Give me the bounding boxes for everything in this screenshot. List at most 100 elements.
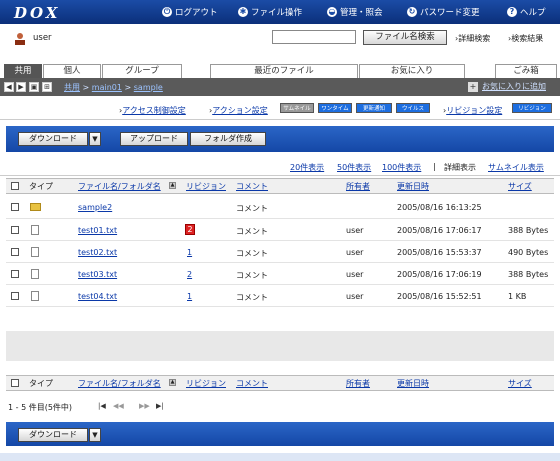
tab-trash[interactable]: ごみ箱 <box>495 64 557 78</box>
row-owner: user <box>346 248 364 257</box>
power-icon: ⏻ <box>162 7 172 17</box>
thumbnail-view-link[interactable]: サムネイル表示 <box>488 162 544 173</box>
row-checkbox[interactable] <box>11 292 19 300</box>
row-comment: コメント <box>236 293 268 302</box>
sort-icon[interactable]: ▲ <box>169 378 176 387</box>
forward-arrow-icon[interactable]: ▶ <box>16 82 26 92</box>
row-updated: 2005/08/16 16:13:25 <box>397 203 482 212</box>
advanced-search-link[interactable]: ›詳細検索 <box>455 33 490 44</box>
row-updated: 2005/08/16 17:06:19 <box>397 270 482 279</box>
row-size: 388 Bytes <box>508 270 549 279</box>
breadcrumb-sample[interactable]: sample <box>134 83 163 92</box>
col-revision[interactable]: リビジョン <box>186 181 226 192</box>
breadcrumb: 共用 > main01 > sample <box>64 83 163 92</box>
prev-page-icon[interactable]: ◀◀ <box>113 402 124 410</box>
row-revision-highlight[interactable]: 2 <box>185 224 195 235</box>
folder-up-icon[interactable]: ▣ <box>29 82 39 92</box>
user-name: user <box>33 33 52 43</box>
file-icon <box>31 247 39 257</box>
row-revision[interactable]: 1 <box>187 292 192 301</box>
revision-badge[interactable]: リビジョン <box>512 103 552 113</box>
user-icon <box>15 33 25 45</box>
col-comment[interactable]: コメント <box>236 181 268 192</box>
col-updated[interactable]: 更新日時 <box>397 378 429 389</box>
folder-icon <box>30 203 41 211</box>
view-20-link[interactable]: 20件表示 <box>290 162 324 173</box>
col-size[interactable]: サイズ <box>508 181 532 192</box>
download-button[interactable]: ダウンロード <box>18 132 88 146</box>
row-checkbox[interactable] <box>11 248 19 256</box>
back-arrow-icon[interactable]: ◀ <box>4 82 14 92</box>
row-revision[interactable]: 1 <box>187 248 192 257</box>
row-updated: 2005/08/16 15:53:37 <box>397 248 482 257</box>
breadcrumb-root[interactable]: 共用 <box>64 83 80 92</box>
tab-shared[interactable]: 共用 <box>4 64 42 78</box>
row-checkbox[interactable] <box>11 203 19 211</box>
nav-help[interactable]: ? ヘルプ <box>507 6 546 18</box>
half-circle-icon: ◒ <box>327 7 337 17</box>
tab-personal[interactable]: 個人 <box>43 64 101 78</box>
update-notify-badge[interactable]: 更新通知 <box>356 103 392 113</box>
nav-password-change[interactable]: ↻ パスワード変更 <box>407 6 480 18</box>
row-size: 388 Bytes <box>508 226 549 235</box>
row-name[interactable]: test02.txt <box>78 248 117 257</box>
row-checkbox[interactable] <box>11 226 19 234</box>
chevron-down-icon[interactable]: ▼ <box>89 132 101 146</box>
tab-group[interactable]: グループ <box>102 64 182 78</box>
breadcrumb-main01[interactable]: main01 <box>92 83 122 92</box>
col-revision[interactable]: リビジョン <box>186 378 226 389</box>
row-owner: user <box>346 292 364 301</box>
file-icon <box>31 225 39 235</box>
tree-icon[interactable]: ⊞ <box>42 82 52 92</box>
row-size: 490 Bytes <box>508 248 549 257</box>
divider <box>0 175 560 176</box>
col-type: タイプ <box>29 182 53 191</box>
virus-badge[interactable]: ウイルス <box>396 103 430 113</box>
tab-favorites[interactable]: お気に入り <box>359 64 465 78</box>
action-settings-link[interactable]: ›アクション設定 <box>209 105 268 116</box>
revision-settings-link[interactable]: ›リビジョン設定 <box>443 105 502 116</box>
select-all-checkbox[interactable] <box>11 379 19 387</box>
col-name[interactable]: ファイル名/フォルダ名 <box>78 378 161 389</box>
row-checkbox[interactable] <box>11 270 19 278</box>
sort-icon[interactable]: ▲ <box>169 181 176 190</box>
upload-button[interactable]: アップロード <box>120 132 188 146</box>
col-updated[interactable]: 更新日時 <box>397 181 429 192</box>
row-comment: コメント <box>236 204 268 213</box>
create-folder-button[interactable]: フォルダ作成 <box>190 132 266 146</box>
view-100-link[interactable]: 100件表示 <box>382 162 421 173</box>
search-results-link[interactable]: ›検索結果 <box>508 33 543 44</box>
download-button-bottom[interactable]: ダウンロード <box>18 428 88 442</box>
col-comment[interactable]: コメント <box>236 378 268 389</box>
row-name[interactable]: test03.txt <box>78 270 117 279</box>
nav-admin[interactable]: ◒ 管理・照会 <box>327 6 383 18</box>
select-all-checkbox[interactable] <box>11 182 19 190</box>
row-name[interactable]: sample2 <box>78 203 112 212</box>
thumbnail-badge[interactable]: サムネイル <box>280 103 314 113</box>
first-page-icon[interactable]: |◀ <box>98 402 106 410</box>
col-size[interactable]: サイズ <box>508 378 532 389</box>
empty-area <box>6 331 554 361</box>
col-name[interactable]: ファイル名/フォルダ名 <box>78 181 161 192</box>
row-name[interactable]: test04.txt <box>78 292 117 301</box>
row-name[interactable]: test01.txt <box>78 226 117 235</box>
view-50-link[interactable]: 50件表示 <box>337 162 371 173</box>
tab-recent-files[interactable]: 最近のファイル <box>210 64 358 78</box>
chevron-down-icon[interactable]: ▼ <box>89 428 101 442</box>
last-page-icon[interactable]: ▶| <box>156 402 164 410</box>
search-input[interactable] <box>272 30 356 44</box>
filename-search-button[interactable]: ファイル名検索 <box>363 30 447 45</box>
col-owner[interactable]: 所有者 <box>346 181 370 192</box>
add-favorite-button[interactable]: + お気に入りに追加 <box>468 81 546 92</box>
pager-info: 1 - 5 件目(5件中) <box>8 403 73 412</box>
onetime-badge[interactable]: ワンタイム <box>318 103 352 113</box>
next-page-icon[interactable]: ▶▶ <box>139 402 150 410</box>
col-owner[interactable]: 所有者 <box>346 378 370 389</box>
gear-icon: ✱ <box>238 7 248 17</box>
access-control-link[interactable]: ›アクセス制御設定 <box>119 105 186 116</box>
help-icon: ? <box>507 7 517 17</box>
nav-logout[interactable]: ⏻ ログアウト <box>162 6 218 18</box>
row-size: 1 KB <box>508 292 527 301</box>
row-revision[interactable]: 2 <box>187 270 192 279</box>
nav-file-operation[interactable]: ✱ ファイル操作 <box>238 6 302 18</box>
